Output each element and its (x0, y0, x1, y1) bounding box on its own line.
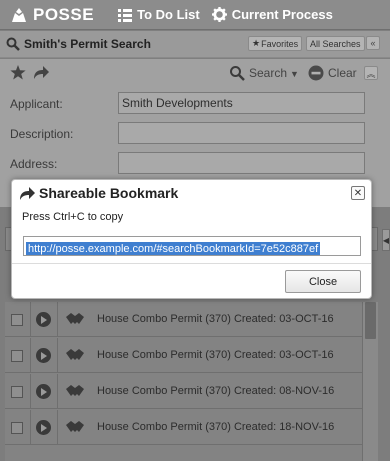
collapse-left-button[interactable]: « (366, 36, 380, 50)
results-scrollbar[interactable] (362, 302, 378, 461)
column-divider (57, 338, 58, 372)
row-checkbox[interactable] (11, 422, 23, 434)
applicant-row: Applicant: Smith Developments (0, 92, 390, 116)
list-item[interactable]: House Combo Permit (370) Created: 18-NOV… (5, 410, 362, 445)
result-text[interactable]: House Combo Permit (370) Created: 03-OCT… (97, 313, 334, 325)
play-icon[interactable] (36, 420, 51, 435)
shareable-bookmark-dialog: Shareable Bookmark ✕ Press Ctrl+C to cop… (11, 179, 372, 299)
list-icon (118, 8, 133, 22)
star-icon: ★ (252, 38, 261, 48)
applicant-field[interactable]: Smith Developments (118, 92, 365, 114)
favorites-label: Favorites (261, 38, 299, 49)
column-divider (57, 302, 58, 336)
double-chevron-up-icon: ︽ (366, 68, 376, 79)
handshake-icon (66, 421, 84, 432)
clear-label: Clear (328, 66, 357, 80)
list-item[interactable]: House Combo Permit (370) Created: 03-OCT… (5, 338, 362, 373)
dialog-title-text: Shareable Bookmark (39, 185, 179, 201)
column-divider (30, 410, 31, 444)
column-divider (57, 374, 58, 408)
bookmark-url-field[interactable]: http://posse.example.com/#searchBookmark… (23, 236, 361, 256)
posse-logo[interactable]: POSSE (10, 5, 94, 25)
search-toolbar: Search ▼ Clear ︽ (0, 59, 390, 87)
double-chevron-left-icon: « (370, 38, 376, 48)
dialog-divider (12, 263, 371, 264)
all-searches-label: All Searches (310, 38, 361, 49)
minus-circle-icon (308, 65, 324, 81)
page-title: Smith's Permit Search (24, 37, 151, 51)
address-field[interactable] (118, 152, 365, 174)
scrollbar-thumb[interactable] (365, 302, 376, 339)
collapse-up-button[interactable]: ︽ (364, 66, 378, 80)
applicant-label: Applicant: (10, 97, 63, 111)
home-icon (12, 7, 26, 22)
column-divider (57, 410, 58, 444)
search-icon (230, 66, 245, 81)
play-icon[interactable] (36, 312, 51, 327)
dialog-close-icon[interactable]: ✕ (351, 186, 365, 200)
handshake-icon (66, 313, 84, 324)
todo-list-link[interactable]: To Do List (118, 7, 200, 22)
row-checkbox[interactable] (11, 350, 23, 362)
caret-left-icon: ◀ (382, 235, 390, 245)
play-icon[interactable] (36, 348, 51, 363)
result-text[interactable]: House Combo Permit (370) Created: 03-OCT… (97, 349, 334, 361)
row-checkbox[interactable] (11, 314, 23, 326)
list-item[interactable]: House Combo Permit (370) Created: 08-NOV… (5, 374, 362, 409)
side-panel-handle[interactable]: ◀ (382, 229, 390, 251)
result-text[interactable]: House Combo Permit (370) Created: 18-NOV… (97, 421, 334, 433)
logo-text: POSSE (33, 4, 95, 24)
result-text[interactable]: House Combo Permit (370) Created: 08-NOV… (97, 385, 334, 397)
play-icon[interactable] (36, 384, 51, 399)
search-icon (6, 37, 20, 51)
all-searches-button[interactable]: All Searches (306, 36, 365, 51)
current-process-label: Current Process (231, 7, 333, 22)
close-button[interactable]: Close (285, 270, 361, 293)
handshake-icon (66, 385, 84, 396)
search-title-bar: Smith's Permit Search ★ Favorites All Se… (0, 31, 390, 58)
favorites-button[interactable]: ★ Favorites (248, 36, 303, 51)
description-field[interactable] (118, 122, 365, 144)
handshake-icon (66, 349, 84, 360)
star-icon[interactable] (10, 65, 26, 80)
list-item[interactable]: House Combo Permit (370) Created: 03-OCT… (5, 302, 362, 337)
address-label: Address: (10, 157, 58, 171)
description-label: Description: (10, 127, 74, 141)
search-label: Search (249, 66, 288, 80)
column-divider (30, 338, 31, 372)
bookmark-url-text[interactable]: http://posse.example.com/#searchBookmark… (26, 242, 321, 255)
current-process-link[interactable]: Current Process (211, 7, 333, 22)
gear-icon (211, 7, 227, 22)
column-divider (30, 302, 31, 336)
dialog-title: Shareable Bookmark (19, 185, 178, 201)
address-row: Address: (0, 152, 390, 176)
row-checkbox[interactable] (11, 386, 23, 398)
column-divider (30, 374, 31, 408)
app: POSSE To Do List Current Process Smith's… (0, 0, 390, 461)
share-icon (20, 186, 35, 200)
caret-down-icon[interactable]: ▼ (290, 69, 299, 79)
results-list: House Combo Permit (370) Created: 03-OCT… (5, 302, 362, 461)
todo-list-label: To Do List (137, 7, 200, 22)
copy-hint: Press Ctrl+C to copy (22, 211, 124, 223)
top-navigation-bar: POSSE To Do List Current Process (0, 0, 390, 30)
description-row: Description: (0, 122, 390, 146)
share-icon[interactable] (33, 65, 49, 80)
